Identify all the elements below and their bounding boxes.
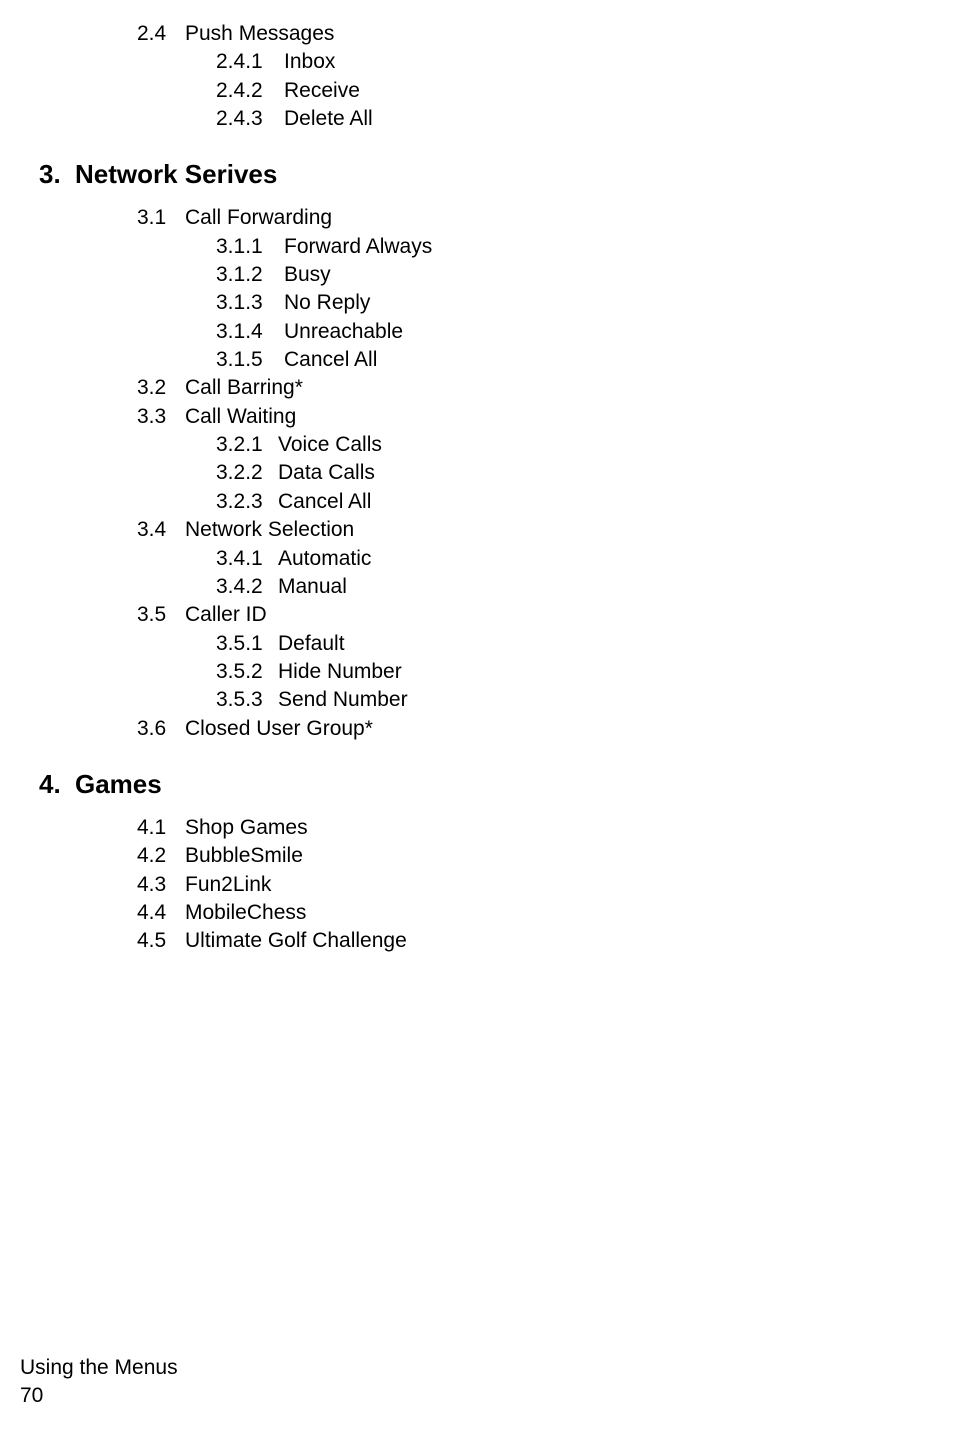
menu-item-inbox: 2.4.1Inbox [216, 48, 934, 76]
menu-item-call-forwarding: 3.1Call Forwarding [137, 204, 934, 232]
item-title: Default [278, 632, 345, 655]
item-number: 3.5.2 [216, 658, 278, 686]
item-title: Busy [284, 263, 331, 286]
item-number: 4.3 [137, 871, 185, 899]
heading-title: Network Serives [75, 159, 277, 189]
item-title: Inbox [284, 50, 335, 73]
item-title: Data Calls [278, 461, 375, 484]
menu-item-call-barring: 3.2Call Barring* [137, 374, 934, 402]
menu-item-delete-all: 2.4.3Delete All [216, 105, 934, 133]
heading-number: 4. [39, 769, 75, 800]
menu-item-cancel-all: 3.2.3Cancel All [216, 488, 934, 516]
item-number: 2.4 [137, 20, 185, 48]
item-number: 2.4.3 [216, 105, 284, 133]
footer-section-title: Using the Menus [20, 1354, 178, 1381]
item-number: 3.4 [137, 516, 185, 544]
heading-title: Games [75, 769, 162, 799]
page-number: 70 [20, 1382, 178, 1409]
item-title: Call Waiting [185, 405, 296, 428]
menu-item-caller-id: 3.5Caller ID [137, 601, 934, 629]
heading-games: 4.Games [39, 769, 934, 800]
menu-item-no-reply: 3.1.3No Reply [216, 289, 934, 317]
item-title: Fun2Link [185, 873, 271, 896]
item-title: MobileChess [185, 901, 306, 924]
item-title: Shop Games [185, 816, 308, 839]
item-number: 3.4.1 [216, 545, 278, 573]
menu-item-push-messages: 2.4Push Messages [137, 20, 934, 48]
item-number: 3.3 [137, 403, 185, 431]
item-number: 3.1.1 [216, 233, 284, 261]
item-number: 4.5 [137, 927, 185, 955]
menu-item-send-number: 3.5.3Send Number [216, 686, 934, 714]
item-number: 3.2 [137, 374, 185, 402]
menu-item-fun2link: 4.3Fun2Link [137, 871, 934, 899]
heading-number: 3. [39, 159, 75, 190]
heading-network-services: 3.Network Serives [39, 159, 934, 190]
item-number: 3.1.4 [216, 318, 284, 346]
item-title: Unreachable [284, 320, 403, 343]
item-title: Manual [278, 575, 347, 598]
item-title: Forward Always [284, 235, 432, 258]
item-number: 3.2.2 [216, 459, 278, 487]
item-number: 3.1.3 [216, 289, 284, 317]
item-number: 3.2.3 [216, 488, 278, 516]
menu-item-unreachable: 3.1.4Unreachable [216, 318, 934, 346]
item-title: Send Number [278, 688, 408, 711]
item-number: 2.4.1 [216, 48, 284, 76]
menu-item-bubblesmile: 4.2BubbleSmile [137, 842, 934, 870]
item-title: Voice Calls [278, 433, 382, 456]
menu-item-network-selection: 3.4Network Selection [137, 516, 934, 544]
item-title: BubbleSmile [185, 844, 303, 867]
item-number: 4.2 [137, 842, 185, 870]
menu-item-voice-calls: 3.2.1Voice Calls [216, 431, 934, 459]
menu-item-shop-games: 4.1Shop Games [137, 814, 934, 842]
menu-item-data-calls: 3.2.2Data Calls [216, 459, 934, 487]
item-title: Closed User Group* [185, 717, 373, 740]
item-number: 3.1.2 [216, 261, 284, 289]
item-number: 3.6 [137, 715, 185, 743]
menu-item-forward-always: 3.1.1Forward Always [216, 233, 934, 261]
item-number: 2.4.2 [216, 77, 284, 105]
item-number: 3.5.3 [216, 686, 278, 714]
menu-item-hide-number: 3.5.2Hide Number [216, 658, 934, 686]
menu-item-ultimate-golf-challenge: 4.5Ultimate Golf Challenge [137, 927, 934, 955]
item-number: 3.1 [137, 204, 185, 232]
menu-item-receive: 2.4.2Receive [216, 77, 934, 105]
menu-item-default: 3.5.1Default [216, 630, 934, 658]
item-title: Cancel All [278, 490, 371, 513]
item-title: No Reply [284, 291, 370, 314]
item-number: 3.1.5 [216, 346, 284, 374]
document-content: 2.4Push Messages 2.4.1Inbox 2.4.2Receive… [20, 20, 934, 956]
item-number: 4.4 [137, 899, 185, 927]
item-title: Network Selection [185, 518, 354, 541]
item-number: 3.4.2 [216, 573, 278, 601]
page-footer: Using the Menus 70 [20, 1354, 178, 1409]
item-number: 3.5.1 [216, 630, 278, 658]
item-title: Call Forwarding [185, 206, 332, 229]
menu-item-call-waiting: 3.3Call Waiting [137, 403, 934, 431]
menu-item-cancel-all: 3.1.5Cancel All [216, 346, 934, 374]
menu-item-manual: 3.4.2Manual [216, 573, 934, 601]
item-title: Delete All [284, 107, 373, 130]
item-title: Automatic [278, 547, 371, 570]
item-title: Push Messages [185, 22, 334, 45]
item-title: Hide Number [278, 660, 402, 683]
menu-item-mobilechess: 4.4MobileChess [137, 899, 934, 927]
item-number: 4.1 [137, 814, 185, 842]
item-number: 3.5 [137, 601, 185, 629]
item-title: Caller ID [185, 603, 267, 626]
menu-item-busy: 3.1.2Busy [216, 261, 934, 289]
item-number: 3.2.1 [216, 431, 278, 459]
menu-item-automatic: 3.4.1Automatic [216, 545, 934, 573]
menu-item-closed-user-group: 3.6Closed User Group* [137, 715, 934, 743]
item-title: Cancel All [284, 348, 377, 371]
item-title: Ultimate Golf Challenge [185, 929, 407, 952]
item-title: Call Barring* [185, 376, 303, 399]
item-title: Receive [284, 79, 360, 102]
